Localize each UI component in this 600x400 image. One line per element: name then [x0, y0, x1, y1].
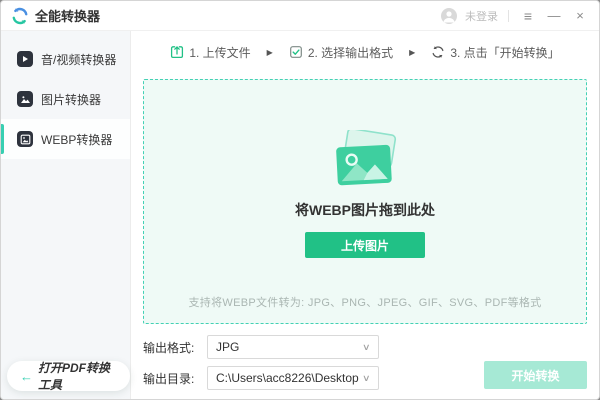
- close-button[interactable]: ×: [571, 7, 589, 25]
- output-format-value: JPG: [216, 340, 363, 354]
- chevron-down-icon: ∨: [362, 373, 371, 384]
- open-pdf-tool-label: 打开PDF转换工具: [38, 359, 117, 393]
- checkbox-check-icon: [289, 45, 303, 59]
- webp-converter-icon: [17, 131, 33, 147]
- sidebar: 音/视频转换器 图片转换器: [1, 31, 131, 399]
- step-label: 2. 选择输出格式: [308, 44, 393, 61]
- sidebar-item-label: 音/视频转换器: [41, 51, 116, 68]
- step-label: 1. 上传文件: [189, 44, 250, 61]
- image-converter-icon: [17, 91, 33, 107]
- app-window: 全能转换器 未登录 ≡ — × 音/视频转换器: [0, 0, 600, 400]
- app-title: 全能转换器: [35, 6, 100, 25]
- output-format-label: 输出格式:: [143, 339, 207, 356]
- steps-bar: 1. 上传文件 ▶ 2. 选择输出格式 ▶: [131, 31, 599, 73]
- sidebar-item-webp-converter[interactable]: WEBP转换器: [1, 119, 130, 159]
- step-select-format: 2. 选择输出格式: [289, 44, 393, 61]
- step-arrow-icon: ▶: [409, 48, 415, 57]
- step-start-convert: 3. 点击「开始转换」: [431, 44, 559, 61]
- minimize-button[interactable]: —: [545, 7, 563, 25]
- output-directory-label: 输出目录:: [143, 370, 207, 387]
- open-pdf-tool-button[interactable]: ← 打开PDF转换工具: [7, 361, 130, 391]
- step-upload-file: 1. 上传文件: [170, 44, 250, 61]
- back-arrow-icon: ←: [20, 369, 33, 384]
- upload-icon: [170, 45, 184, 59]
- user-avatar-icon[interactable]: [441, 8, 457, 24]
- sidebar-item-label: 图片转换器: [41, 91, 101, 108]
- sidebar-item-label: WEBP转换器: [41, 131, 112, 148]
- main-panel: 1. 上传文件 ▶ 2. 选择输出格式 ▶: [131, 31, 599, 399]
- webp-drop-zone[interactable]: 将WEBP图片拖到此处 上传图片 支持将WEBP文件转为: JPG、PNG、JP…: [143, 79, 587, 324]
- dropzone-title: 将WEBP图片拖到此处: [295, 200, 435, 220]
- step-arrow-icon: ▶: [267, 48, 273, 57]
- app-logo: 全能转换器: [11, 6, 100, 25]
- sidebar-item-image-converter[interactable]: 图片转换器: [1, 79, 130, 119]
- menu-button[interactable]: ≡: [519, 7, 537, 25]
- output-settings: 输出格式: JPG ∨ 输出目录: C:\Users\acc8226\Deskt…: [143, 335, 379, 390]
- output-directory-select[interactable]: C:\Users\acc8226\Desktop ∨: [207, 366, 379, 390]
- image-placeholder-icon: [327, 130, 403, 188]
- sync-arrows-logo-icon: [11, 7, 29, 25]
- login-status[interactable]: 未登录: [465, 8, 498, 24]
- output-format-select[interactable]: JPG ∨: [207, 335, 379, 359]
- title-bar: 全能转换器 未登录 ≡ — ×: [1, 1, 599, 31]
- upload-image-button[interactable]: 上传图片: [305, 232, 425, 258]
- video-converter-icon: [17, 51, 33, 67]
- step-label: 3. 点击「开始转换」: [450, 44, 559, 61]
- chevron-down-icon: ∨: [362, 342, 371, 353]
- supported-formats-hint: 支持将WEBP文件转为: JPG、PNG、JPEG、GIF、SVG、PDF等格式: [188, 294, 541, 310]
- convert-arrows-icon: [431, 45, 445, 59]
- sidebar-item-audio-video-converter[interactable]: 音/视频转换器: [1, 39, 130, 79]
- topbar-divider: [508, 10, 509, 22]
- start-convert-button[interactable]: 开始转换: [484, 361, 587, 389]
- output-directory-value: C:\Users\acc8226\Desktop: [216, 371, 363, 385]
